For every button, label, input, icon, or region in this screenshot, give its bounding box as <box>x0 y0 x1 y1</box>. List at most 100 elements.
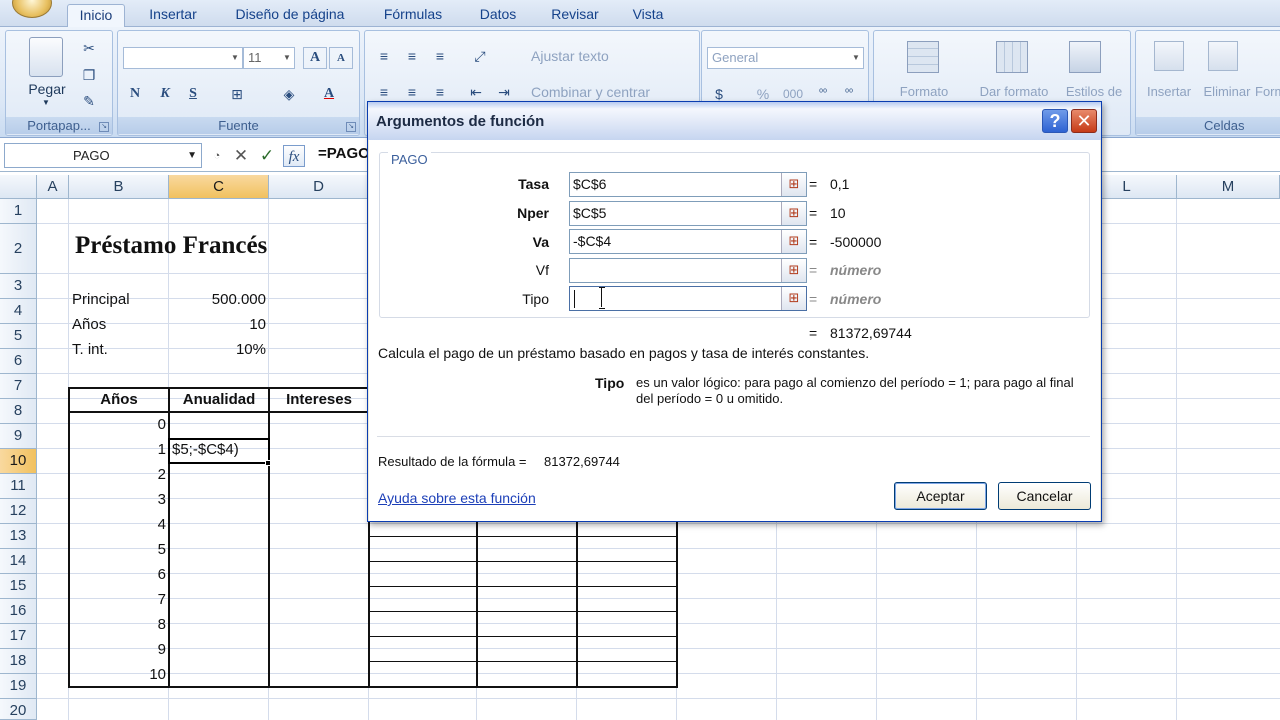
enter-formula-icon[interactable]: ✓ <box>256 145 278 167</box>
table-header-anualidad[interactable]: Anualidad <box>169 388 269 412</box>
paste-icon[interactable] <box>29 37 63 77</box>
font-size-combo[interactable]: 11 ▼ <box>243 47 295 69</box>
merge-center-button[interactable]: Combinar y centrar <box>531 84 650 100</box>
cancel-formula-icon[interactable]: ✕ <box>230 145 252 167</box>
label-anos[interactable]: Años <box>72 313 106 337</box>
table-row[interactable]: 7 <box>69 588 166 612</box>
range-picker-icon[interactable]: ⊞ <box>781 230 806 253</box>
office-button[interactable] <box>12 0 52 18</box>
arg-input-vf[interactable] <box>569 258 807 283</box>
dialog-titlebar[interactable]: Argumentos de función ? ✕ <box>368 102 1101 140</box>
table-row[interactable]: 4 <box>69 513 166 537</box>
align-left-icon[interactable]: ≡ <box>373 81 395 103</box>
row-header-12[interactable]: 12 <box>0 499 37 524</box>
row-header-5[interactable]: 5 <box>0 324 37 349</box>
orientation-icon[interactable]: ⤢ <box>469 45 491 67</box>
row-header-19[interactable]: 19 <box>0 674 37 699</box>
ok-button[interactable]: Aceptar <box>894 482 987 510</box>
wrap-text-button[interactable]: Ajustar texto <box>531 48 609 64</box>
help-on-function-link[interactable]: Ayuda sobre esta función <box>378 490 536 506</box>
number-format-combo[interactable]: General ▼ <box>707 47 864 69</box>
row-header-20[interactable]: 20 <box>0 699 37 720</box>
shrink-font-icon[interactable]: A <box>329 47 353 69</box>
select-all-corner[interactable] <box>0 175 37 199</box>
paste-dropdown-icon[interactable]: ▼ <box>36 98 56 107</box>
value-anos[interactable]: 10 <box>169 313 266 337</box>
column-header-b[interactable]: B <box>69 175 169 199</box>
name-box[interactable]: PAGO ▼ <box>4 143 202 168</box>
fill-color-icon[interactable]: ◈ <box>278 83 300 105</box>
close-icon[interactable]: ✕ <box>1071 109 1097 133</box>
cancel-button[interactable]: Cancelar <box>998 482 1091 510</box>
row-header-2[interactable]: 2 <box>0 224 37 274</box>
row-header-18[interactable]: 18 <box>0 649 37 674</box>
grow-font-icon[interactable]: A <box>303 47 327 69</box>
label-tasa-interes[interactable]: T. int. <box>72 338 108 362</box>
row-header-8[interactable]: 8 <box>0 399 37 424</box>
row-header-9[interactable]: 9 <box>0 424 37 449</box>
paste-button[interactable]: Pegar <box>20 81 74 97</box>
estilos-celda-button[interactable]: Estilos de <box>1060 84 1128 99</box>
cell-styles-icon[interactable] <box>1069 41 1101 73</box>
arg-input-nper[interactable]: $C$5 <box>569 201 807 226</box>
table-row[interactable]: 10 <box>69 663 166 687</box>
italic-button[interactable]: K <box>154 83 176 105</box>
font-name-combo[interactable]: ▼ <box>123 47 243 69</box>
tab-diseno-pagina[interactable]: Diseño de página <box>224 4 356 28</box>
row-header-15[interactable]: 15 <box>0 574 37 599</box>
dialog-launcher-icon[interactable]: ↘ <box>99 122 109 132</box>
tab-datos[interactable]: Datos <box>470 4 526 28</box>
format-cells-button[interactable]: Form <box>1255 84 1280 99</box>
decrease-indent-icon[interactable]: ⇤ <box>465 81 487 103</box>
copy-icon[interactable]: ❐ <box>78 64 100 86</box>
table-row[interactable]: 9 <box>69 638 166 662</box>
tab-vista[interactable]: Vista <box>624 4 672 28</box>
insert-cells-button[interactable]: Insertar <box>1138 84 1200 99</box>
cut-icon[interactable]: ✂ <box>78 37 100 59</box>
align-center-icon[interactable]: ≡ <box>401 81 423 103</box>
column-header-c[interactable]: C <box>169 175 269 199</box>
align-middle-icon[interactable]: ≡ <box>401 45 423 67</box>
dialog-launcher-icon[interactable]: ↘ <box>346 122 356 132</box>
value-tasa-interes[interactable]: 10% <box>169 338 266 362</box>
delete-cells-icon[interactable] <box>1208 41 1238 71</box>
row-header-17[interactable]: 17 <box>0 624 37 649</box>
table-row[interactable]: 1 <box>69 438 166 462</box>
arg-input-tasa[interactable]: $C$6 <box>569 172 807 197</box>
dar-formato-button[interactable]: Dar formato <box>971 84 1057 99</box>
formato-condicional-button[interactable]: Formato <box>894 84 954 99</box>
align-top-icon[interactable]: ≡ <box>373 45 395 67</box>
format-as-table-icon[interactable] <box>996 41 1028 73</box>
help-icon[interactable]: ? <box>1042 109 1068 133</box>
align-right-icon[interactable]: ≡ <box>429 81 451 103</box>
conditional-format-icon[interactable] <box>907 41 939 73</box>
tab-insertar[interactable]: Insertar <box>140 4 206 28</box>
tab-inicio[interactable]: Inicio <box>67 4 125 28</box>
row-header-4[interactable]: 4 <box>0 299 37 324</box>
range-picker-icon[interactable]: ⊞ <box>781 202 806 225</box>
format-painter-icon[interactable]: ✎ <box>78 90 100 112</box>
delete-cells-button[interactable]: Eliminar <box>1195 84 1259 99</box>
range-picker-icon[interactable]: ⊞ <box>781 259 806 282</box>
tab-formulas[interactable]: Fórmulas <box>374 4 452 28</box>
table-row[interactable]: 6 <box>69 563 166 587</box>
value-principal[interactable]: 500.000 <box>169 288 266 312</box>
fill-handle[interactable] <box>265 460 271 466</box>
table-row[interactable]: 0 <box>69 413 166 437</box>
row-header-7[interactable]: 7 <box>0 374 37 399</box>
table-row[interactable]: 2 <box>69 463 166 487</box>
formula-input[interactable]: =PAGO <box>318 145 370 162</box>
row-header-11[interactable]: 11 <box>0 474 37 499</box>
font-color-icon[interactable]: A <box>318 83 340 105</box>
underline-button[interactable]: S <box>182 83 204 105</box>
column-header-d[interactable]: D <box>269 175 369 199</box>
row-header-13[interactable]: 13 <box>0 524 37 549</box>
borders-icon[interactable]: ⊞ <box>226 83 248 105</box>
row-header-10[interactable]: 10 <box>0 449 37 474</box>
row-header-14[interactable]: 14 <box>0 549 37 574</box>
bold-button[interactable]: N <box>124 83 146 105</box>
insert-function-icon[interactable]: fx <box>283 145 305 167</box>
table-header-anos[interactable]: Años <box>69 388 169 412</box>
sheet-title[interactable]: Préstamo Francés <box>75 231 267 261</box>
column-header-a[interactable]: A <box>37 175 69 199</box>
